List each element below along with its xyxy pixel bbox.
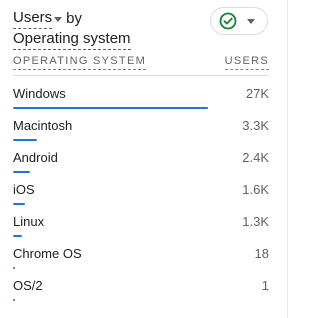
- row-value: 1.3K: [242, 214, 269, 229]
- table-header: OPERATING SYSTEM USERS: [13, 55, 269, 71]
- comparison-status-button[interactable]: [210, 7, 268, 35]
- table-row[interactable]: Macintosh 3.3K: [13, 109, 269, 141]
- header-divider: [13, 75, 269, 76]
- table-row[interactable]: OS/2 1: [13, 269, 269, 301]
- table-row[interactable]: Chrome OS 18: [13, 237, 269, 269]
- dimension-selector[interactable]: Operating system: [13, 29, 131, 50]
- row-label: Android: [13, 150, 58, 165]
- column-header-users[interactable]: USERS: [224, 55, 269, 70]
- table-row[interactable]: iOS 1.6K: [13, 173, 269, 205]
- card-title: Users by Operating system: [13, 8, 213, 50]
- chevron-down-icon: [247, 18, 255, 24]
- row-value: 1.6K: [242, 182, 269, 197]
- row-value: 1: [261, 278, 269, 293]
- row-share-bar: [13, 299, 15, 301]
- row-value: 27K: [245, 86, 269, 101]
- row-value: 3.3K: [242, 118, 269, 133]
- column-header-operating-system[interactable]: OPERATING SYSTEM: [13, 55, 147, 70]
- title-connector: by: [66, 9, 83, 27]
- row-label: Linux: [13, 214, 45, 229]
- table-row[interactable]: Windows 27K: [13, 77, 269, 109]
- row-value: 2.4K: [242, 150, 269, 165]
- table-body: Windows 27K Macintosh 3.3K Android 2.4K …: [13, 77, 269, 301]
- table-row[interactable]: Linux 1.3K: [13, 205, 269, 237]
- users-by-os-card: Users by Operating system OPERATING SYST…: [0, 0, 288, 318]
- metric-selector[interactable]: Users: [13, 8, 53, 29]
- row-value: 18: [254, 246, 269, 261]
- row-label: OS/2: [13, 278, 43, 293]
- row-label: Macintosh: [13, 118, 73, 133]
- metric-dropdown-caret-icon[interactable]: [54, 16, 63, 22]
- row-label: iOS: [13, 182, 35, 197]
- row-label: Windows: [13, 86, 66, 101]
- table-row[interactable]: Android 2.4K: [13, 141, 269, 173]
- check-circle-icon: [219, 12, 237, 30]
- row-label: Chrome OS: [13, 246, 82, 261]
